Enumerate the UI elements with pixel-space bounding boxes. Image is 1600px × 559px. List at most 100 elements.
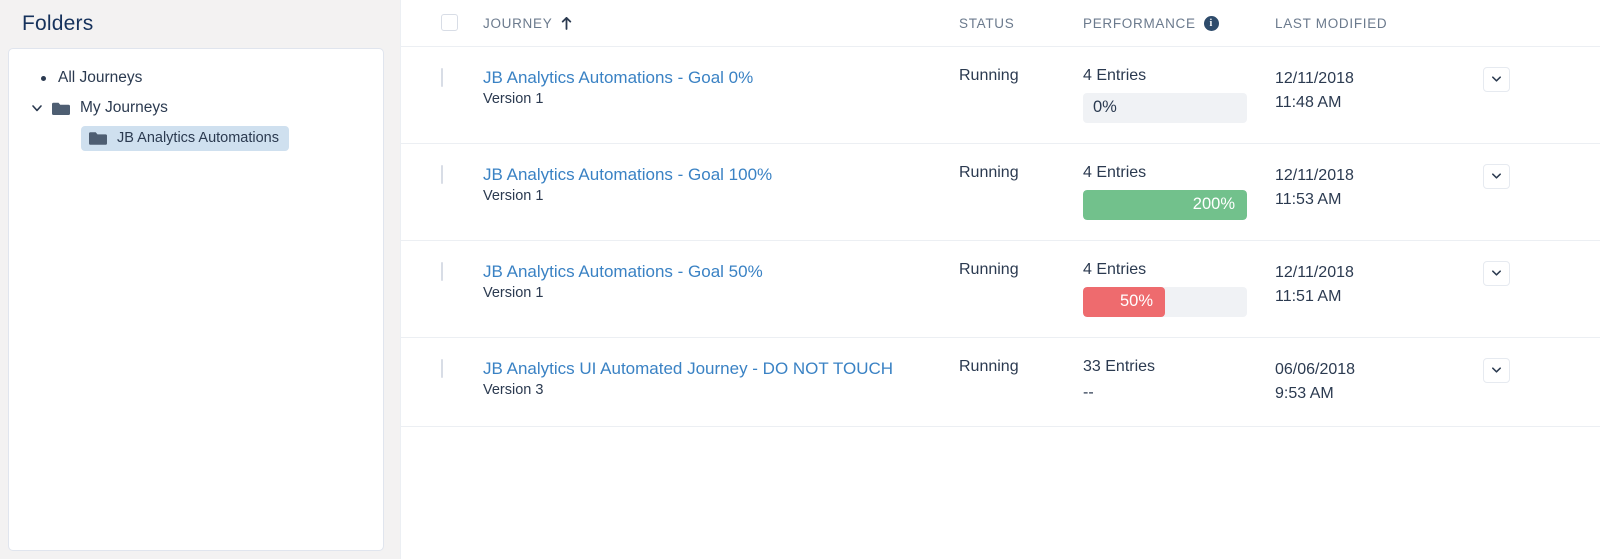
journey-name-cell: JB Analytics Automations - Goal 50% Versi… bbox=[483, 240, 959, 338]
column-header-journey[interactable]: JOURNEY bbox=[483, 0, 959, 47]
row-checkbox[interactable] bbox=[441, 261, 443, 281]
row-actions-cell bbox=[1483, 46, 1600, 144]
column-header-actions bbox=[1483, 0, 1600, 47]
entries-label: 4 Entries bbox=[1083, 66, 1147, 84]
performance-bar: 0% bbox=[1083, 92, 1247, 123]
column-header-label: LAST MODIFIED bbox=[1275, 16, 1388, 32]
row-actions-cell bbox=[1483, 240, 1600, 338]
chevron-down-icon bbox=[1492, 270, 1501, 276]
performance-cell: 4 Entries 200% bbox=[1083, 143, 1275, 241]
chevron-down-icon bbox=[1492, 76, 1501, 82]
sidebar-item-jb-analytics-automations[interactable]: JB Analytics Automations bbox=[19, 123, 373, 153]
last-modified-time: 9:53 AM bbox=[1275, 384, 1334, 402]
sidebar-item-my-journeys[interactable]: My Journeys bbox=[19, 93, 373, 123]
column-header-status[interactable]: STATUS bbox=[959, 0, 1083, 47]
column-header-label: STATUS bbox=[959, 16, 1015, 32]
row-select-cell bbox=[401, 143, 483, 241]
chevron-down-icon bbox=[1492, 173, 1501, 179]
journeys-page: Folders All Journeys My Journeys JB Anal… bbox=[0, 0, 1600, 559]
journey-name-cell: JB Analytics Automations - Goal 100% Vers… bbox=[483, 143, 959, 241]
status-label: Running bbox=[959, 357, 1019, 375]
status-cell: Running bbox=[959, 337, 1083, 427]
journeys-table: JOURNEY STATUS PERFORMANCE i LAST MODIFI… bbox=[401, 0, 1600, 427]
table-row[interactable]: JB Analytics Automations - Goal 50% Versi… bbox=[401, 240, 1600, 338]
last-modified-date: 12/11/2018 bbox=[1275, 166, 1354, 184]
select-all-header bbox=[401, 0, 483, 47]
sort-asc-arrow-icon[interactable] bbox=[561, 17, 572, 31]
row-actions-button[interactable] bbox=[1483, 357, 1510, 383]
last-modified-date: 12/11/2018 bbox=[1275, 69, 1354, 87]
journey-name-link[interactable]: JB Analytics Automations - Goal 100% bbox=[483, 164, 959, 185]
column-header-label: JOURNEY bbox=[483, 16, 553, 32]
chevron-down-icon[interactable] bbox=[29, 100, 45, 116]
table-body: JB Analytics Automations - Goal 0% Versio… bbox=[401, 46, 1600, 427]
last-modified-cell: 12/11/2018 11:48 AM bbox=[1275, 46, 1483, 144]
last-modified-time: 11:48 AM bbox=[1275, 93, 1342, 111]
row-select-cell bbox=[401, 46, 483, 144]
journey-version-label: Version 1 bbox=[483, 284, 544, 301]
last-modified-cell: 06/06/2018 9:53 AM bbox=[1275, 337, 1483, 427]
journey-name-link[interactable]: JB Analytics Automations - Goal 50% bbox=[483, 261, 959, 282]
table-row[interactable]: JB Analytics Automations - Goal 0% Versio… bbox=[401, 46, 1600, 144]
performance-value-label: 200% bbox=[1192, 195, 1235, 213]
bullet-dot-icon bbox=[41, 75, 46, 81]
sidebar-item-all-journeys[interactable]: All Journeys bbox=[19, 63, 373, 93]
performance-cell: 4 Entries 50% bbox=[1083, 240, 1275, 338]
performance-bar: 200% bbox=[1083, 189, 1247, 220]
performance-value-label: 0% bbox=[1093, 98, 1117, 116]
folders-tree-card: All Journeys My Journeys JB Analytics Au… bbox=[8, 48, 384, 551]
journey-name-link[interactable]: JB Analytics Automations - Goal 0% bbox=[483, 67, 959, 88]
row-checkbox[interactable] bbox=[441, 67, 443, 87]
column-header-performance[interactable]: PERFORMANCE i bbox=[1083, 0, 1275, 47]
sidebar-item-label: JB Analytics Automations bbox=[117, 130, 279, 146]
row-actions-button[interactable] bbox=[1483, 163, 1510, 189]
row-checkbox[interactable] bbox=[441, 358, 443, 378]
column-header-last-modified[interactable]: LAST MODIFIED bbox=[1275, 0, 1483, 47]
row-actions-button[interactable] bbox=[1483, 66, 1510, 92]
select-all-checkbox[interactable] bbox=[441, 14, 458, 32]
folder-tree: All Journeys My Journeys JB Analytics Au… bbox=[19, 63, 373, 153]
info-icon[interactable]: i bbox=[1203, 16, 1219, 32]
journey-name-link[interactable]: JB Analytics UI Automated Journey - DO N… bbox=[483, 358, 959, 379]
journey-name-cell: JB Analytics Automations - Goal 0% Versio… bbox=[483, 46, 959, 144]
journey-name-cell: JB Analytics UI Automated Journey - DO N… bbox=[483, 337, 959, 427]
performance-cell: 33 Entries -- bbox=[1083, 337, 1275, 427]
performance-value-label: 50% bbox=[1119, 292, 1153, 310]
status-cell: Running bbox=[959, 46, 1083, 144]
performance-bar-fill: 50% bbox=[1083, 286, 1165, 317]
journey-version-label: Version 1 bbox=[483, 90, 544, 107]
last-modified-date: 12/11/2018 bbox=[1275, 263, 1354, 281]
panel-gutter bbox=[392, 0, 400, 559]
last-modified-time: 11:53 AM bbox=[1275, 190, 1342, 208]
row-actions-button[interactable] bbox=[1483, 260, 1510, 286]
open-folder-icon bbox=[51, 100, 72, 117]
last-modified-cell: 12/11/2018 11:51 AM bbox=[1275, 240, 1483, 338]
table-header: JOURNEY STATUS PERFORMANCE i LAST MODIFI… bbox=[401, 0, 1600, 47]
sidebar-item-label: All Journeys bbox=[58, 69, 143, 86]
last-modified-date: 06/06/2018 bbox=[1275, 360, 1356, 378]
row-actions-cell bbox=[1483, 143, 1600, 241]
row-select-cell bbox=[401, 337, 483, 427]
performance-bar: 50% bbox=[1083, 286, 1247, 317]
table-row[interactable]: JB Analytics UI Automated Journey - DO N… bbox=[401, 337, 1600, 427]
performance-cell: 4 Entries 0% bbox=[1083, 46, 1275, 144]
row-actions-cell bbox=[1483, 337, 1600, 427]
row-checkbox[interactable] bbox=[441, 164, 443, 184]
table-row[interactable]: JB Analytics Automations - Goal 100% Vers… bbox=[401, 143, 1600, 241]
table-header-row: JOURNEY STATUS PERFORMANCE i LAST MODIFI… bbox=[401, 0, 1600, 47]
sidebar-item-label: My Journeys bbox=[80, 99, 168, 116]
journeys-table-area: JOURNEY STATUS PERFORMANCE i LAST MODIFI… bbox=[400, 0, 1600, 559]
entries-label: 4 Entries bbox=[1083, 163, 1147, 181]
entries-label: 4 Entries bbox=[1083, 260, 1147, 278]
performance-empty-label: -- bbox=[1083, 383, 1094, 401]
folder-icon bbox=[88, 130, 109, 147]
column-header-label: PERFORMANCE bbox=[1083, 16, 1196, 32]
chevron-down-icon bbox=[1492, 367, 1501, 373]
last-modified-time: 11:51 AM bbox=[1275, 287, 1342, 305]
folders-title: Folders bbox=[22, 12, 94, 35]
journey-version-label: Version 1 bbox=[483, 187, 544, 204]
journey-version-label: Version 3 bbox=[483, 381, 544, 398]
row-select-cell bbox=[401, 240, 483, 338]
selected-folder-pill: JB Analytics Automations bbox=[81, 125, 289, 151]
status-label: Running bbox=[959, 163, 1019, 181]
